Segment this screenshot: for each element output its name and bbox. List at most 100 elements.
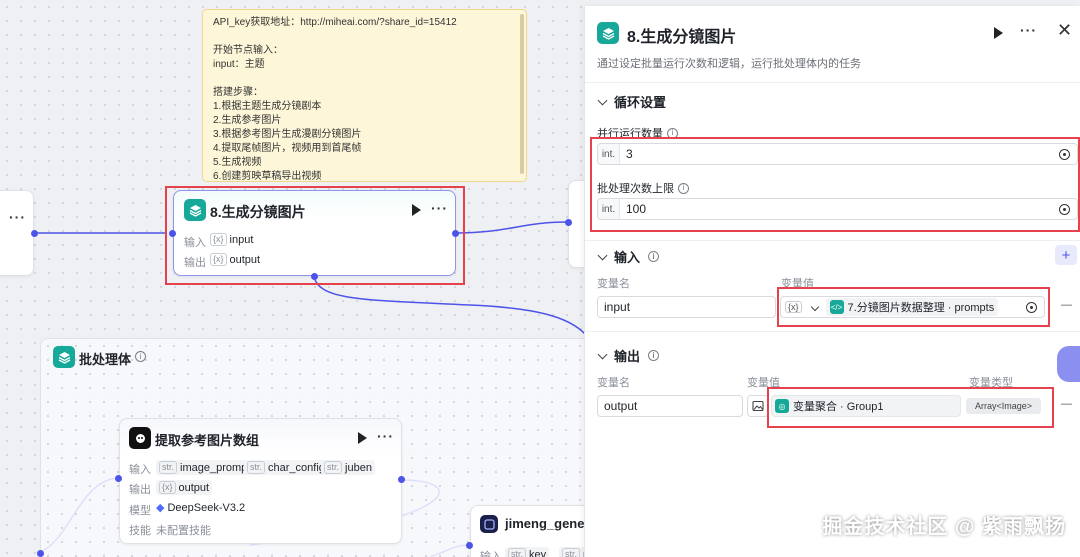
output-section-title: 输出 xyxy=(614,349,641,364)
more-icon[interactable]: ··· xyxy=(431,200,448,216)
sticky-note[interactable]: API_key获取地址：http://miheai.com/?share_id=… xyxy=(202,9,527,182)
close-icon[interactable]: ✕ xyxy=(1057,20,1072,41)
divider xyxy=(585,331,1080,332)
llm-icon xyxy=(129,427,151,449)
panel-description: 通过设定批量运行次数和逻辑，运行批处理体内的任务 xyxy=(597,58,861,70)
input-label: 输入 xyxy=(184,237,206,249)
batch-node-icon xyxy=(597,22,619,44)
highlight-box-output-value xyxy=(767,387,1054,428)
deepseek-icon: ◆ xyxy=(156,502,165,514)
note-line: 3.根据参考图片生成漫剧分镜图片 xyxy=(213,129,362,140)
chevron-down-icon xyxy=(597,250,608,260)
batch-container-icon xyxy=(53,346,75,368)
run-icon[interactable] xyxy=(994,27,1003,39)
var-name: char_config xyxy=(268,461,325,474)
note-line: API_key获取地址：http://miheai.com/?share_id=… xyxy=(213,17,457,28)
type-badge: str. xyxy=(562,548,581,557)
object-type-badge: {x} xyxy=(210,233,227,246)
input-port[interactable] xyxy=(169,230,176,237)
output-var-chip: {x} output xyxy=(156,480,213,495)
output-var-name-field[interactable]: output xyxy=(597,395,743,417)
note-line xyxy=(213,30,516,44)
jimeng-node[interactable]: jimeng_gener 输入 str.key str.prom xyxy=(470,505,612,557)
previous-node[interactable]: ··· xyxy=(0,190,34,276)
input-section-header[interactable]: 输入 i xyxy=(597,247,660,266)
add-input-button[interactable]: + xyxy=(1055,245,1077,265)
node-settings-panel[interactable]: 8.生成分镜图片 ··· ✕ 通过设定批量运行次数和逻辑，运行批处理体内的任务 … xyxy=(584,6,1080,557)
image-icon[interactable] xyxy=(747,395,769,417)
var-name: output xyxy=(178,481,210,494)
note-line xyxy=(213,72,516,86)
note-line: 2.生成参考图片 xyxy=(213,115,282,126)
info-icon[interactable]: i xyxy=(648,350,660,361)
input-var-name-field[interactable]: input xyxy=(597,296,776,318)
note-line: 4.提取尾帧图片，视频用到首尾帧 xyxy=(213,143,362,154)
output-port[interactable] xyxy=(398,476,405,483)
panel-title: 8.生成分镜图片 xyxy=(627,29,737,46)
batch-container-title: 批处理体 xyxy=(79,352,132,367)
input-var-chip: str. key xyxy=(505,547,550,557)
watermark: 掘金技术社区 @ 紫雨飘扬 xyxy=(822,516,1066,538)
highlight-box-loop-settings xyxy=(590,137,1080,232)
type-badge: str. xyxy=(508,548,527,557)
note-line: 开始节点输入： xyxy=(213,45,283,56)
plugin-icon xyxy=(480,515,498,533)
node-title: 8.生成分镜图片 xyxy=(210,204,306,220)
run-icon[interactable] xyxy=(412,204,421,216)
note-line: input：主题 xyxy=(213,59,265,70)
remove-output-button[interactable]: — xyxy=(1061,398,1072,410)
loop-section-header[interactable]: 循环设置 xyxy=(597,92,667,111)
output-port[interactable] xyxy=(31,230,38,237)
note-line: 5.生成视频 xyxy=(213,157,262,168)
note-line: 1.根据主题生成分镜剧本 xyxy=(213,101,322,112)
input-port[interactable] xyxy=(565,219,572,226)
note-line: 搭建步骤： xyxy=(213,87,263,98)
var-name: juben xyxy=(345,461,372,474)
loop-section-title: 循环设置 xyxy=(614,95,667,110)
output-port[interactable] xyxy=(452,230,459,237)
input-label: 输入 xyxy=(129,464,151,476)
highlight-box-input-value xyxy=(777,287,1050,327)
model-chip: ◆ DeepSeek-V3.2 xyxy=(156,501,246,515)
input-port[interactable] xyxy=(115,475,122,482)
chevron-down-icon xyxy=(597,95,608,105)
info-icon[interactable]: i xyxy=(135,351,146,362)
output-section-header[interactable]: 输出 i xyxy=(597,346,660,365)
input-port[interactable] xyxy=(466,542,473,549)
model-name: DeepSeek-V3.2 xyxy=(167,501,246,514)
type-badge: str. xyxy=(324,461,343,474)
input-var-chip: str. char_config xyxy=(244,460,328,475)
input-var-chip: str. juben xyxy=(321,460,375,475)
note-scrollbar[interactable] xyxy=(520,14,524,174)
batch-node[interactable]: 8.生成分镜图片 ··· 输入 {x} input 输出 {x} output xyxy=(173,190,456,276)
batch-node-icon xyxy=(184,199,206,221)
scroll-handle[interactable] xyxy=(1057,346,1080,382)
type-badge: {x} xyxy=(159,481,176,494)
input-var-name-value: input xyxy=(604,300,631,314)
more-icon[interactable]: ··· xyxy=(9,209,26,225)
output-label: 输出 xyxy=(129,484,151,496)
var-name-column-label: 变量名 xyxy=(597,377,630,389)
more-icon[interactable]: ··· xyxy=(1020,22,1037,38)
output-var-name-value: output xyxy=(604,399,638,413)
remove-input-button[interactable]: — xyxy=(1061,299,1072,311)
var-name: image_prompt xyxy=(180,461,251,474)
chevron-down-icon xyxy=(597,349,608,359)
output-label: 输出 xyxy=(184,257,206,269)
info-icon[interactable]: i xyxy=(648,251,660,262)
input-var-chip: str. image_prompt xyxy=(156,460,254,475)
input-section-title: 输入 xyxy=(614,250,641,265)
node-title: jimeng_gener xyxy=(505,516,590,531)
var-name-column-label: 变量名 xyxy=(597,278,630,290)
var-name: key xyxy=(529,548,547,557)
run-icon[interactable] xyxy=(358,432,367,444)
input-port[interactable] xyxy=(37,550,44,557)
input-var-name: input xyxy=(229,233,254,246)
divider xyxy=(585,240,1080,241)
batch-body-port[interactable] xyxy=(311,273,318,280)
extract-images-node[interactable]: 提取参考图片数组 ··· 输入 str. image_prompt str. cha… xyxy=(119,418,402,544)
input-label: 输入 xyxy=(480,551,502,557)
more-icon[interactable]: ··· xyxy=(377,428,394,444)
skill-value: 未配置技能 xyxy=(156,525,211,537)
output-var-name: output xyxy=(229,253,261,266)
